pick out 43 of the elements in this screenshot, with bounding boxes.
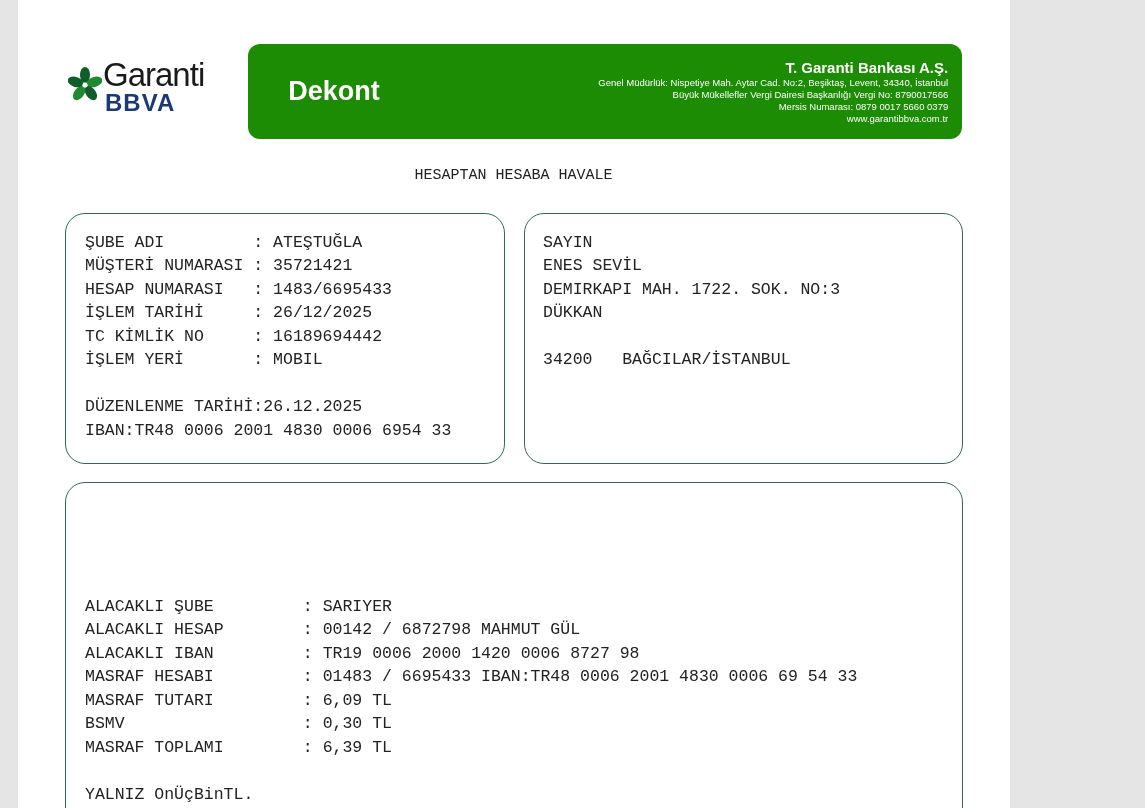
field-value: : SARIYER [302, 595, 392, 618]
address-line: DEMIRKAPI MAH. 1722. SOK. NO:3 [543, 278, 841, 301]
field-value: : 0,30 TL [302, 713, 392, 736]
address-line: 34200 BAĞCILAR/İSTANBUL [543, 349, 791, 372]
bank-detail: www.garantibbva.com.tr [846, 112, 949, 125]
logo-wordmark: Garanti [103, 58, 205, 91]
field-label: BSMV [85, 713, 126, 736]
bank-detail: Büyük Mükellefler Vergi Dairesi Başkanlığı Vergi No: 8790017566 [672, 88, 949, 101]
address-line: SAYIN [543, 231, 593, 254]
field-value: : 1483/6695433 [253, 278, 392, 301]
field-value: : 6,39 TL [302, 736, 392, 759]
field-label: DÜZENLENME TARİHİ:26.12.2025 [85, 396, 363, 419]
field-value: : 35721421 [253, 255, 353, 278]
field-value: : 16189694442 [253, 325, 383, 348]
document-heading: Dekont [288, 75, 380, 109]
field-value: : 01483 / 6695433 IBAN:TR48 0006 2001 4830 0006 69 54 33 [302, 666, 858, 689]
field-label: TC KİMLİK NO [85, 325, 205, 348]
field-label: YALNIZ OnÜçBinTL. [85, 783, 254, 806]
field-label: HESAP NUMARASI [85, 278, 225, 301]
logo-subtitle: BBVA [105, 91, 177, 115]
field-label: ALACAKLI ŞUBE [85, 595, 215, 618]
field-value: : MOBIL [253, 349, 323, 372]
bank-detail: Mersis Numarası: 0879 0017 5660 0379 [778, 100, 949, 113]
document-title: HESAPTAN HESABA HAVALE [414, 166, 613, 186]
bank-name: T. Garanti Bankası A.Ş. [785, 58, 949, 77]
field-label: MASRAF TOPLAMI [85, 736, 225, 759]
field-value: : 6,09 TL [302, 689, 392, 712]
field-label: MASRAF TUTARI [85, 689, 215, 712]
field-label: IBAN:TR48 0006 2001 4830 0006 6954 33 [85, 419, 452, 442]
field-value: : 26/12/2025 [253, 302, 373, 325]
address-line: DÜKKAN [543, 302, 603, 325]
bank-detail: Genel Müdürlük: Nispetiye Mah. Aytar Cad. No:2, Beşiktaş, Levent, 34340, İstanbul [598, 76, 949, 89]
field-label: MÜŞTERİ NUMARASI [85, 255, 245, 278]
field-label: İŞLEM YERİ [85, 349, 186, 372]
field-label: İŞLEM TARİHİ [85, 302, 205, 325]
field-label: ŞUBE ADI [85, 231, 166, 254]
field-label: ALACAKLI HESAP [85, 619, 225, 642]
field-label: ALACAKLI IBAN [85, 642, 215, 665]
field-value: : 00142 / 6872798 MAHMUT GÜL [302, 619, 581, 642]
field-value: : TR19 0006 2000 1420 0006 8727 98 [302, 642, 640, 665]
address-line: ENES SEVİL [543, 255, 643, 278]
field-value: : ATEŞTUĞLA [253, 231, 363, 254]
field-label: MASRAF HESABI [85, 666, 215, 689]
